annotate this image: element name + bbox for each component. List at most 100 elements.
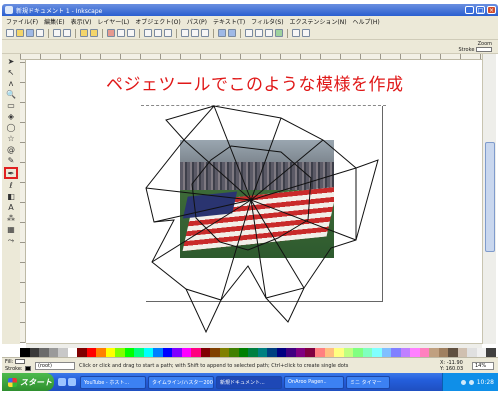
palette-swatch[interactable] bbox=[20, 348, 30, 357]
gradient-tool-icon[interactable]: ▦ bbox=[6, 225, 17, 234]
xml-editor-icon[interactable] bbox=[265, 29, 273, 37]
unlink-clone-icon[interactable] bbox=[201, 29, 209, 37]
taskbar-item-timer[interactable]: ミニ タイマー bbox=[346, 375, 390, 389]
pencil-tool-icon[interactable]: ✎ bbox=[6, 156, 17, 165]
quick-launch-desktop-icon[interactable] bbox=[68, 378, 76, 386]
new-document-icon[interactable] bbox=[6, 29, 14, 37]
palette-swatch[interactable] bbox=[334, 348, 344, 357]
maximize-button[interactable]: □ bbox=[476, 6, 485, 14]
zoom-selection-icon[interactable] bbox=[144, 29, 152, 37]
undo-icon[interactable] bbox=[80, 29, 88, 37]
palette-swatch[interactable] bbox=[429, 348, 439, 357]
palette-swatch[interactable] bbox=[400, 348, 411, 357]
taskbar-item-inkscape[interactable]: 新規ドキュメント... bbox=[216, 375, 282, 389]
taskbar-item-youtube[interactable]: YouTube - ホスト... bbox=[80, 375, 146, 389]
palette-swatch[interactable] bbox=[457, 348, 468, 357]
menu-filters[interactable]: フィルタ(S) bbox=[251, 17, 283, 26]
palette-swatch[interactable] bbox=[486, 348, 496, 357]
palette-swatch[interactable] bbox=[276, 348, 287, 357]
palette-swatch[interactable] bbox=[172, 348, 182, 357]
fill-swatch[interactable] bbox=[15, 358, 26, 364]
ellipse-tool-icon[interactable]: ◯ bbox=[6, 123, 17, 132]
palette-swatch[interactable] bbox=[372, 348, 382, 357]
node-tool-icon[interactable]: ↖ bbox=[6, 68, 17, 77]
palette-swatch[interactable] bbox=[77, 348, 87, 357]
palette-swatch[interactable] bbox=[267, 348, 277, 357]
tweak-tool-icon[interactable]: ʌ bbox=[6, 79, 17, 88]
palette-swatch[interactable] bbox=[353, 348, 363, 357]
tray-network-icon[interactable] bbox=[460, 379, 466, 385]
export-icon[interactable] bbox=[63, 29, 71, 37]
group-icon[interactable] bbox=[218, 29, 226, 37]
save-icon[interactable] bbox=[26, 29, 34, 37]
layer-selector[interactable]: (root) bbox=[35, 361, 75, 370]
document-properties-icon[interactable] bbox=[302, 29, 310, 37]
align-distribute-icon[interactable] bbox=[275, 29, 283, 37]
ungroup-icon[interactable] bbox=[228, 29, 236, 37]
rectangle-tool-icon[interactable]: ▭ bbox=[6, 101, 17, 110]
duplicate-icon[interactable] bbox=[181, 29, 189, 37]
palette-swatch[interactable] bbox=[96, 348, 106, 357]
palette-swatch[interactable] bbox=[86, 348, 97, 357]
palette-swatch[interactable] bbox=[162, 348, 173, 357]
stroke-width-field[interactable] bbox=[476, 47, 492, 52]
palette-swatch[interactable] bbox=[314, 348, 325, 357]
color-palette[interactable] bbox=[20, 348, 496, 357]
open-icon[interactable] bbox=[16, 29, 24, 37]
palette-swatch[interactable] bbox=[67, 348, 78, 357]
paint-bucket-tool-icon[interactable]: ◧ bbox=[6, 192, 17, 201]
palette-swatch[interactable] bbox=[105, 348, 116, 357]
palette-swatch[interactable] bbox=[438, 348, 449, 357]
zoom-page-icon[interactable] bbox=[164, 29, 172, 37]
palette-swatch[interactable] bbox=[295, 348, 306, 357]
tray-volume-icon[interactable] bbox=[468, 379, 474, 385]
palette-swatch[interactable] bbox=[257, 348, 268, 357]
palette-swatch[interactable] bbox=[410, 348, 420, 357]
palette-swatch[interactable] bbox=[58, 348, 68, 357]
palette-swatch[interactable] bbox=[134, 348, 144, 357]
palette-swatch[interactable] bbox=[448, 348, 458, 357]
dropper-tool-icon[interactable]: ⤳ bbox=[6, 236, 17, 245]
quick-launch-ie-icon[interactable] bbox=[58, 378, 66, 386]
spiral-tool-icon[interactable]: @ bbox=[6, 145, 17, 154]
bezier-pen-tool-icon[interactable]: ✒ bbox=[4, 167, 18, 179]
minimize-button[interactable]: _ bbox=[465, 6, 474, 14]
palette-swatch[interactable] bbox=[124, 348, 135, 357]
palette-swatch[interactable] bbox=[191, 348, 201, 357]
menu-path[interactable]: パス(P) bbox=[187, 17, 207, 26]
palette-swatch[interactable] bbox=[419, 348, 430, 357]
fill-stroke-indicator[interactable]: Fill: Stroke: bbox=[5, 358, 31, 373]
vertical-scroll-thumb[interactable] bbox=[485, 142, 495, 252]
palette-swatch[interactable] bbox=[39, 348, 49, 357]
paste-icon[interactable] bbox=[127, 29, 135, 37]
palette-swatch[interactable] bbox=[248, 348, 258, 357]
vertical-scrollbar[interactable] bbox=[482, 54, 496, 344]
calligraphy-tool-icon[interactable]: ℓ bbox=[6, 181, 17, 190]
palette-swatch[interactable] bbox=[229, 348, 239, 357]
palette-swatch[interactable] bbox=[200, 348, 211, 357]
palette-swatch[interactable] bbox=[143, 348, 154, 357]
menu-edit[interactable]: 編集(E) bbox=[44, 17, 64, 26]
palette-swatch[interactable] bbox=[219, 348, 230, 357]
zoom-drawing-icon[interactable] bbox=[154, 29, 162, 37]
palette-swatch[interactable] bbox=[210, 348, 220, 357]
taskbar-item-timeline[interactable]: タイムライン/ハスター2007 bbox=[148, 375, 214, 389]
palette-swatch[interactable] bbox=[467, 348, 477, 357]
menu-help[interactable]: ヘルプ(H) bbox=[353, 17, 380, 26]
menu-extensions[interactable]: エクステンション(N) bbox=[290, 17, 347, 26]
palette-swatch[interactable] bbox=[48, 348, 59, 357]
palette-swatch[interactable] bbox=[305, 348, 315, 357]
palette-swatch[interactable] bbox=[238, 348, 249, 357]
zoom-field[interactable]: 14% bbox=[472, 361, 494, 370]
drawing-canvas[interactable]: ペジェツールでこのような模様を作成 bbox=[26, 60, 482, 343]
menu-view[interactable]: 表示(V) bbox=[71, 17, 92, 26]
clone-icon[interactable] bbox=[191, 29, 199, 37]
import-icon[interactable] bbox=[53, 29, 61, 37]
palette-swatch[interactable] bbox=[181, 348, 192, 357]
menu-object[interactable]: オブジェクト(O) bbox=[135, 17, 180, 26]
zoom-tool-icon[interactable]: 🔍 bbox=[6, 90, 17, 99]
text-font-icon[interactable] bbox=[255, 29, 263, 37]
palette-swatch[interactable] bbox=[153, 348, 163, 357]
palette-swatch[interactable] bbox=[362, 348, 373, 357]
palette-swatch[interactable] bbox=[115, 348, 125, 357]
